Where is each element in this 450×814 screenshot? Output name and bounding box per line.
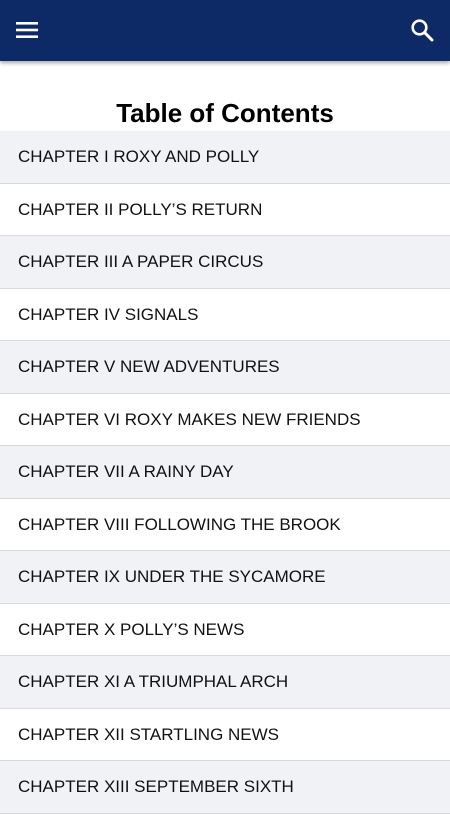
chapter-item[interactable]: CHAPTER X POLLY’S NEWS <box>0 603 450 656</box>
chapter-item[interactable]: CHAPTER V NEW ADVENTURES <box>0 341 450 394</box>
chapter-item[interactable]: CHAPTER I ROXY AND POLLY <box>0 131 450 184</box>
chapter-item[interactable]: CHAPTER IX UNDER THE SYCAMORE <box>0 551 450 604</box>
chapter-item[interactable]: CHAPTER VI ROXY MAKES NEW FRIENDS <box>0 393 450 446</box>
chapter-item[interactable]: CHAPTER III A PAPER CIRCUS <box>0 236 450 289</box>
chapter-item[interactable]: CHAPTER VII A RAINY DAY <box>0 446 450 499</box>
chapter-item[interactable]: CHAPTER XII STARTLING NEWS <box>0 708 450 761</box>
chapter-item[interactable]: CHAPTER VIII FOLLOWING THE BROOK <box>0 498 450 551</box>
chapter-item[interactable]: CHAPTER XI A TRIUMPHAL ARCH <box>0 656 450 709</box>
hamburger-menu-icon[interactable] <box>16 20 38 40</box>
search-icon[interactable] <box>410 18 434 42</box>
app-bar <box>0 0 450 61</box>
chapter-item[interactable]: CHAPTER II POLLY’S RETURN <box>0 183 450 236</box>
chapter-item[interactable]: CHAPTER IV SIGNALS <box>0 288 450 341</box>
chapter-list: CHAPTER I ROXY AND POLLY CHAPTER II POLL… <box>0 131 450 814</box>
chapter-item[interactable]: CHAPTER XIII SEPTEMBER SIXTH <box>0 761 450 814</box>
